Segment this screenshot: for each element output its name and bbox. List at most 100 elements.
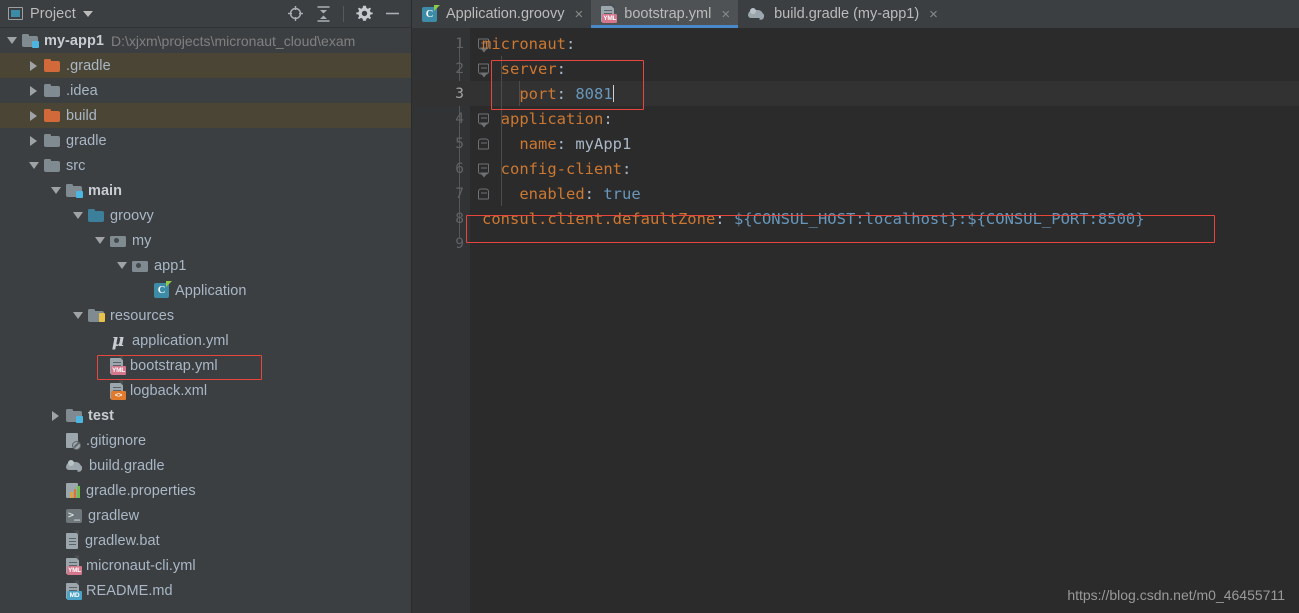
line-number: 5 <box>455 135 464 152</box>
code-line-2[interactable]: server: <box>470 56 1299 81</box>
editor-tab-build-gradle-my-app1[interactable]: build.gradle (my-app1) × <box>738 0 946 28</box>
code-line-3[interactable]: port: 8081 <box>470 81 1299 106</box>
gradle-file-icon <box>66 459 83 473</box>
folder-excluded-icon <box>44 109 60 122</box>
tree-item-readme-md[interactable]: MD README.md <box>0 578 411 603</box>
code-line-5[interactable]: name: myApp1 <box>470 131 1299 156</box>
tree-item-app1[interactable]: app1 <box>0 253 411 278</box>
yaml-value: true <box>603 184 641 203</box>
tree-item-label: .gradle <box>66 57 111 74</box>
watermark-text: https://blog.csdn.net/m0_46455711 <box>1067 587 1285 603</box>
code-line-4[interactable]: application: <box>470 106 1299 131</box>
gutter-line-2[interactable]: 2 <box>412 56 489 81</box>
tree-twisty-collapsed[interactable] <box>28 135 39 146</box>
line-number: 4 <box>455 110 464 127</box>
tree-item-application[interactable]: C Application <box>0 278 411 303</box>
tree-item-label: gradlew.bat <box>85 532 160 549</box>
tree-twisty-collapsed[interactable] <box>28 110 39 121</box>
project-panel-title-group[interactable]: Project <box>8 6 93 22</box>
tree-item-idea[interactable]: .idea <box>0 78 411 103</box>
tree-item-micronaut-cli-yml[interactable]: YML micronaut-cli.yml <box>0 553 411 578</box>
line-number: 1 <box>455 35 464 52</box>
tree-item-gradlew-bat[interactable]: gradlew.bat <box>0 528 411 553</box>
gutter-line-3[interactable]: 3 <box>412 81 489 106</box>
tree-twisty-expanded[interactable] <box>94 235 105 246</box>
tree-row-root[interactable]: my-app1 D:\xjxm\projects\micronaut_cloud… <box>0 28 411 53</box>
code-line-7[interactable]: enabled: true <box>470 181 1299 206</box>
tree-item-groovy[interactable]: groovy <box>0 203 411 228</box>
tree-item-bootstrap-yml[interactable]: YML bootstrap.yml <box>0 353 411 378</box>
yaml-key: server <box>500 59 557 78</box>
tree-item-test[interactable]: test <box>0 403 411 428</box>
yaml-key: consul.client.defaultZone <box>482 209 716 228</box>
tree-twisty-none <box>94 360 105 371</box>
editor-area: C Application.groovy × YML bootstrap.yml × bui… <box>412 0 1299 613</box>
tab-close-icon[interactable]: × <box>929 7 938 22</box>
project-panel-header: Project <box>0 0 411 28</box>
tree-item-my[interactable]: my <box>0 228 411 253</box>
tree-item-src[interactable]: src <box>0 153 411 178</box>
tree-twisty-expanded[interactable] <box>72 210 83 221</box>
tree-item-gradle[interactable]: .gradle <box>0 53 411 78</box>
code-line-9[interactable] <box>470 231 1299 256</box>
folder-module-icon <box>22 34 39 48</box>
project-panel-toolbar <box>282 2 405 26</box>
yaml-separator: : <box>556 59 567 78</box>
gutter-line-9[interactable]: 9 <box>412 231 470 256</box>
tree-item-main[interactable]: main <box>0 178 411 203</box>
editor-tab-application-groovy[interactable]: C Application.groovy × <box>412 0 591 28</box>
code-line-8[interactable]: consul.client.defaultZone: ${CONSUL_HOST… <box>470 206 1299 231</box>
editor-viewport[interactable]: 1 2 3 4 5 6 7 8 9 micronaut: server: port: 8081 … <box>412 28 1299 613</box>
tree-twisty-collapsed[interactable] <box>28 85 39 96</box>
code-line-1[interactable]: micronaut: <box>470 31 1299 56</box>
tree-twisty-none <box>94 385 105 396</box>
tree-twisty-expanded[interactable] <box>72 310 83 321</box>
project-tree[interactable]: my-app1 D:\xjxm\projects\micronaut_cloud… <box>0 28 411 613</box>
gutter-line-6[interactable]: 6 <box>412 156 489 181</box>
folder-excluded-icon <box>44 59 60 72</box>
tree-twisty-root[interactable] <box>6 35 17 46</box>
tree-item-gradle[interactable]: gradle <box>0 128 411 153</box>
tree-twisty-collapsed[interactable] <box>28 60 39 71</box>
tree-item-label: bootstrap.yml <box>130 357 218 374</box>
gutter-line-8[interactable]: 8 <box>412 206 470 231</box>
tree-item-resources[interactable]: resources <box>0 303 411 328</box>
tree-twisty-expanded[interactable] <box>50 185 61 196</box>
gutter-line-7[interactable]: 7 <box>412 181 489 206</box>
tree-item-application-yml[interactable]: μ application.yml <box>0 328 411 353</box>
minimize-icon[interactable] <box>379 2 405 26</box>
gear-icon[interactable] <box>351 2 377 26</box>
tree-twisty-collapsed[interactable] <box>50 410 61 421</box>
tab-close-icon[interactable]: × <box>721 7 730 22</box>
locate-icon[interactable] <box>282 2 308 26</box>
gutter-line-4[interactable]: 4 <box>412 106 489 131</box>
tree-item-gitignore[interactable]: .gitignore <box>0 428 411 453</box>
folder-module-icon <box>66 184 83 198</box>
gutter-line-1[interactable]: 1 <box>412 31 489 56</box>
tree-item-build[interactable]: build <box>0 103 411 128</box>
editor-gutter[interactable]: 1 2 3 4 5 6 7 8 9 <box>412 28 489 613</box>
editor-tab-label: Application.groovy <box>446 6 565 22</box>
tree-item-gradle-properties[interactable]: gradle.properties <box>0 478 411 503</box>
chevron-down-icon[interactable] <box>82 10 93 17</box>
yaml-separator: : <box>556 84 576 103</box>
window-icon <box>8 7 23 20</box>
tab-close-icon[interactable]: × <box>575 7 584 22</box>
gutter-line-5[interactable]: 5 <box>412 131 489 156</box>
yaml-key: port <box>519 84 557 103</box>
tree-item-build-gradle[interactable]: build.gradle <box>0 453 411 478</box>
yaml-separator: : <box>566 34 576 53</box>
editor-tab-bootstrap-yml[interactable]: YML bootstrap.yml × <box>591 0 739 28</box>
tree-item-label: my <box>132 232 152 249</box>
tree-item-gradlew[interactable]: >_ gradlew <box>0 503 411 528</box>
tree-item-label: main <box>88 182 123 199</box>
tree-twisty-expanded[interactable] <box>116 260 127 271</box>
tree-twisty-expanded[interactable] <box>28 160 39 171</box>
collapse-all-icon[interactable] <box>310 2 336 26</box>
yml-file-icon: YML <box>601 3 618 23</box>
code-content[interactable]: micronaut: server: port: 8081 applicatio… <box>470 28 1299 613</box>
tree-item-logback-xml[interactable]: <> logback.xml <box>0 378 411 403</box>
editor-tab-bar: C Application.groovy × YML bootstrap.yml × bui… <box>412 0 1299 28</box>
code-line-6[interactable]: config-client: <box>470 156 1299 181</box>
